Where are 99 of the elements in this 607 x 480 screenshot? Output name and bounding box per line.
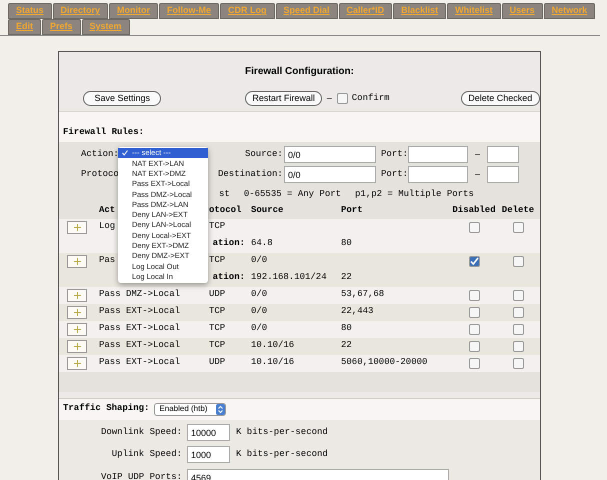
destination-label: Destination: bbox=[218, 168, 284, 181]
legend-text: 0-65535 = Any Port bbox=[244, 188, 342, 201]
add-button[interactable] bbox=[67, 340, 87, 352]
legend-text: p1,p2 = Multiple Ports bbox=[355, 188, 474, 201]
destination-label: ation: bbox=[212, 237, 245, 250]
table-cell-text: UDP bbox=[209, 356, 226, 370]
checkbox[interactable] bbox=[468, 222, 480, 232]
table-cell-text: Pass DMZ->Local bbox=[99, 288, 180, 302]
table-cell-text: 80 bbox=[341, 237, 353, 250]
plus-icon bbox=[74, 326, 80, 332]
table-cell-text: TCP bbox=[209, 254, 226, 268]
table-cell-text: 192.168.101/24 bbox=[251, 271, 328, 284]
dash: – bbox=[475, 148, 480, 161]
column-header: otocol bbox=[209, 204, 242, 218]
destination-label: ation: bbox=[212, 271, 245, 284]
checkbox[interactable] bbox=[468, 290, 480, 300]
port-from-field[interactable] bbox=[408, 166, 468, 183]
table-cell-text: 0/0 bbox=[251, 254, 268, 268]
table-cell-text: 5060,10000-20000 bbox=[341, 356, 428, 370]
destination-field[interactable]: 0/0 bbox=[284, 166, 376, 183]
add-button[interactable] bbox=[67, 306, 87, 318]
checkbox[interactable] bbox=[512, 222, 524, 232]
plus-icon bbox=[74, 342, 80, 350]
table-cell-text: TCP bbox=[209, 322, 226, 336]
protocol-label: Protoco bbox=[81, 168, 119, 181]
column-header: Act bbox=[99, 204, 116, 218]
table-cell-text: Pass EXT->Local bbox=[99, 339, 180, 352]
delete-checked-button[interactable]: Delete Checked bbox=[460, 91, 540, 106]
column-header: Port bbox=[341, 204, 363, 218]
checkbox[interactable] bbox=[512, 340, 524, 352]
checkbox[interactable] bbox=[468, 340, 480, 352]
speed-label: Uplink Speed: bbox=[110, 448, 183, 461]
port-from-field[interactable] bbox=[408, 146, 468, 163]
unit-text: K bits-per-second bbox=[236, 448, 328, 461]
downlink-field[interactable]: 10000 bbox=[187, 424, 230, 441]
checkbox[interactable] bbox=[468, 358, 480, 368]
add-button[interactable] bbox=[67, 220, 87, 234]
table-cell-text: Pass EXT->Local bbox=[99, 322, 180, 336]
add-button[interactable] bbox=[67, 356, 87, 370]
port-to-field[interactable] bbox=[487, 166, 520, 183]
table-cell-text: 80 bbox=[341, 322, 353, 336]
add-button[interactable] bbox=[67, 288, 87, 302]
table-cell-text: 22 bbox=[341, 339, 353, 352]
table-cell-text: 22 bbox=[341, 271, 353, 284]
section-heading: Firewall Rules: bbox=[62, 126, 146, 139]
traffic-shaping-label: Traffic Shaping: bbox=[63, 402, 150, 416]
source-label: Source: bbox=[245, 148, 284, 161]
dash: – bbox=[326, 92, 332, 105]
column-header: Disabled bbox=[452, 204, 496, 218]
traffic-shaping-select[interactable]: Enabled (htb) bbox=[154, 402, 226, 416]
panel-title: Firewall Configuration: bbox=[244, 65, 355, 79]
source-field[interactable]: 0/0 bbox=[284, 146, 376, 163]
plus-icon bbox=[74, 308, 80, 316]
table-cell-text: 64.8 bbox=[251, 237, 274, 250]
checkbox[interactable] bbox=[512, 358, 524, 368]
port-label: Port: bbox=[381, 168, 408, 181]
checkbox[interactable] bbox=[512, 306, 524, 318]
port-to-field[interactable] bbox=[487, 146, 520, 163]
table-cell-text: Pass EXT->Local bbox=[99, 305, 180, 318]
table-cell-text: 0/0 bbox=[251, 322, 268, 336]
plus-icon bbox=[74, 292, 80, 298]
add-button[interactable] bbox=[67, 322, 87, 336]
action-label: Action: bbox=[81, 148, 119, 161]
table-cell-text: Pass EXT->Local bbox=[99, 356, 180, 370]
table-cell-text: 22,443 bbox=[341, 305, 374, 318]
table-cell-text: 10.10/16 bbox=[251, 339, 296, 352]
port-label: Port: bbox=[381, 148, 408, 161]
column-header: Source bbox=[251, 204, 284, 218]
unit-text: K bits-per-second bbox=[236, 426, 328, 439]
table-cell-text: 10.10/16 bbox=[251, 356, 296, 370]
checkbox[interactable] bbox=[512, 324, 524, 334]
table-cell-text: TCP bbox=[209, 305, 226, 318]
restart-firewall-button[interactable]: Restart Firewall bbox=[245, 91, 322, 106]
save-settings-button[interactable]: Save Settings bbox=[83, 91, 162, 106]
speed-label: Downlink Speed: bbox=[100, 426, 183, 439]
table-cell-text: 0/0 bbox=[251, 288, 268, 302]
plus-icon bbox=[74, 224, 80, 230]
table-cell-text: TCP bbox=[209, 339, 226, 352]
stepper-icon bbox=[216, 404, 226, 414]
plus-icon bbox=[74, 258, 80, 264]
table-cell-text: TCP bbox=[209, 220, 226, 234]
checkbox[interactable] bbox=[468, 306, 480, 318]
checkbox[interactable] bbox=[512, 290, 524, 300]
legend-text: st bbox=[219, 188, 230, 201]
checkbox[interactable] bbox=[336, 93, 348, 104]
voip-ports-label: VoIP UDP Ports: bbox=[100, 470, 183, 480]
check-icon bbox=[122, 150, 128, 156]
table-cell-text: 0/0 bbox=[251, 305, 268, 318]
confirm-label: Confirm bbox=[352, 92, 390, 105]
table-cell-text: Log bbox=[99, 220, 116, 234]
table-cell-text: UDP bbox=[209, 288, 226, 302]
uplink-field[interactable]: 1000 bbox=[187, 446, 230, 463]
table-cell-text: Pas bbox=[99, 254, 116, 268]
table-cell-text: 53,67,68 bbox=[341, 288, 386, 302]
dash: – bbox=[475, 168, 480, 181]
add-button[interactable] bbox=[67, 254, 87, 268]
plus-icon bbox=[74, 360, 80, 366]
column-header: Delete bbox=[502, 204, 534, 218]
checkbox[interactable] bbox=[468, 324, 480, 334]
